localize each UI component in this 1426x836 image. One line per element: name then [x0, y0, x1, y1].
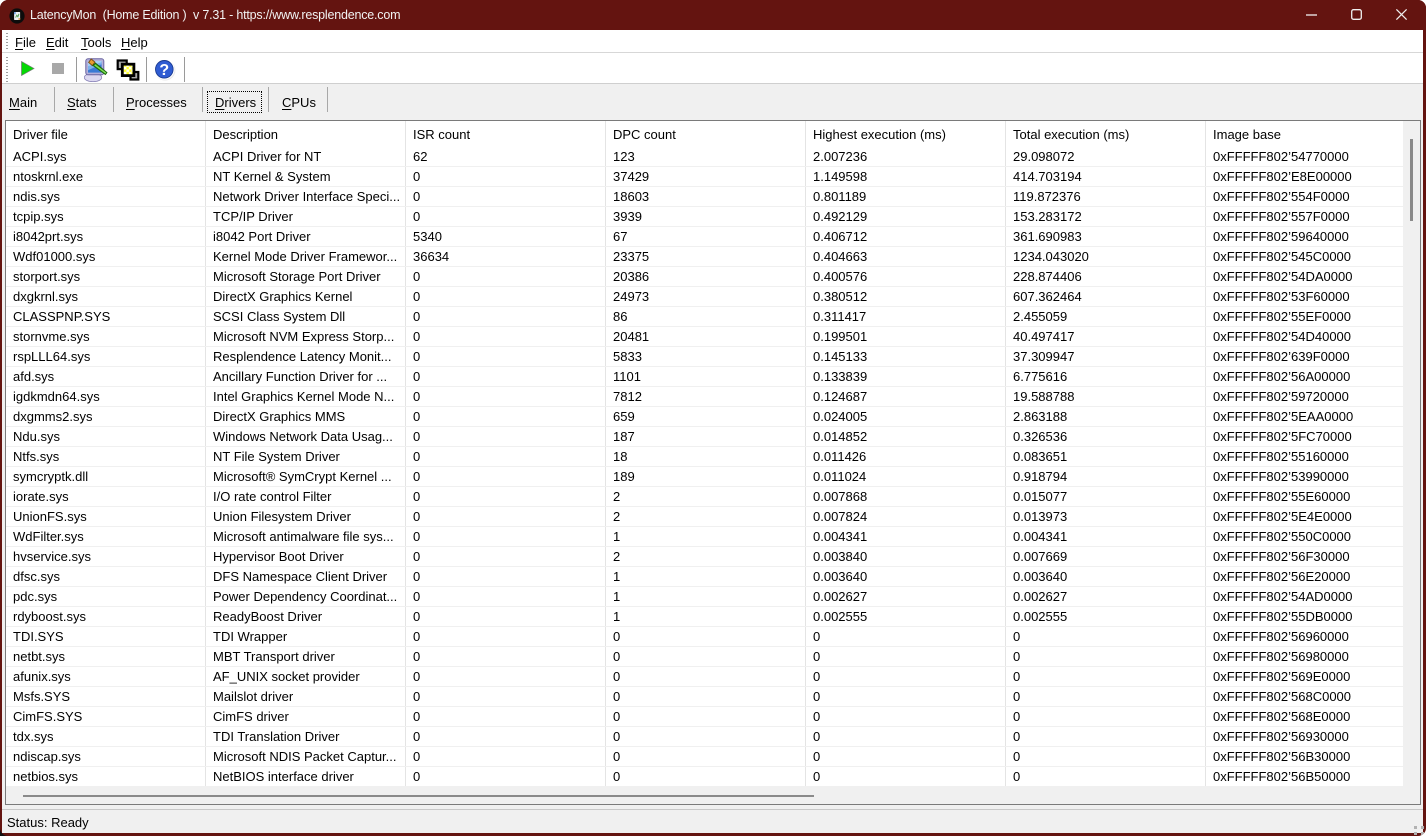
svg-text:?: ? [159, 62, 169, 79]
